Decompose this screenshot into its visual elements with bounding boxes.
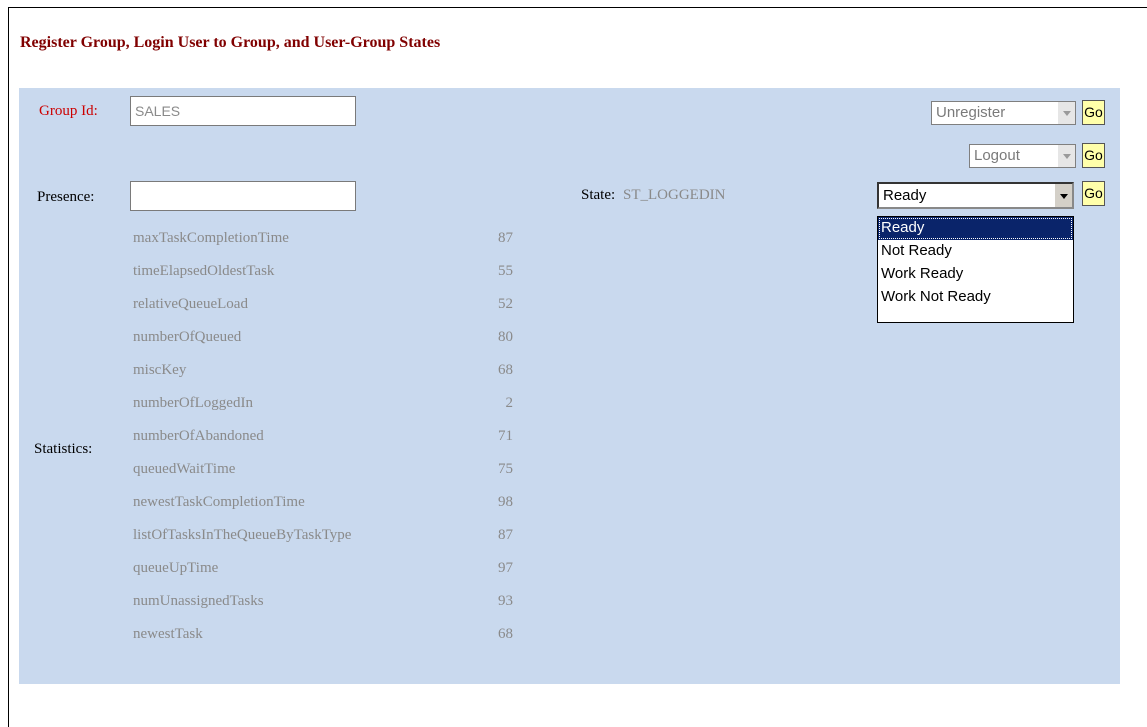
statistics-row: numberOfLoggedIn 2 — [133, 395, 513, 415]
statistics-row: miscKey 68 — [133, 362, 513, 382]
statistics-name: timeElapsedOldestTask — [133, 263, 275, 279]
statistics-name: numberOfQueued — [133, 329, 242, 345]
statistics-value: 87 — [498, 527, 513, 543]
statistics-row: numUnassignedTasks 93 — [133, 593, 513, 613]
statistics-value: 98 — [498, 494, 513, 510]
statistics-row: numberOfQueued 80 — [133, 329, 513, 349]
statistics-row: maxTaskCompletionTime 87 — [133, 230, 513, 250]
state-option-work-ready[interactable]: Work Ready — [878, 263, 1073, 286]
state-value: ST_LOGGEDIN — [623, 187, 726, 203]
statistics-label: Statistics: — [34, 441, 93, 457]
state-select[interactable]: Ready — [877, 182, 1074, 209]
statistics-row: relativeQueueLoad 52 — [133, 296, 513, 316]
statistics-row: queueUpTime 97 — [133, 560, 513, 580]
statistics-value: 75 — [498, 461, 513, 477]
statistics-value: 80 — [498, 329, 513, 345]
statistics-name: listOfTasksInTheQueueByTaskType — [133, 527, 352, 543]
statistics-value: 55 — [498, 263, 513, 279]
statistics-name: maxTaskCompletionTime — [133, 230, 289, 246]
statistics-name: numberOfLoggedIn — [133, 395, 253, 411]
statistics-value: 93 — [498, 593, 513, 609]
logout-select-value: Logout — [974, 147, 1020, 164]
group-id-input[interactable]: SALES — [130, 96, 356, 126]
presence-input[interactable] — [130, 181, 356, 211]
state-select-value: Ready — [883, 187, 927, 204]
logout-select[interactable]: Logout — [969, 144, 1076, 168]
statistics-row: queuedWaitTime 75 — [133, 461, 513, 481]
group-action-select[interactable]: Unregister — [931, 101, 1076, 125]
chevron-down-icon — [1057, 145, 1075, 167]
statistics-value: 52 — [498, 296, 513, 312]
group-id-label: Group Id: — [39, 103, 98, 119]
chevron-down-icon — [1054, 184, 1072, 207]
statistics-name: numberOfAbandoned — [133, 428, 264, 444]
statistics-row: listOfTasksInTheQueueByTaskType 87 — [133, 527, 513, 547]
chevron-down-icon — [1057, 102, 1075, 124]
statistics-value: 68 — [498, 362, 513, 378]
state-option-work-not-ready[interactable]: Work Not Ready — [878, 286, 1073, 309]
state-option-not-ready[interactable]: Not Ready — [878, 240, 1073, 263]
page-title: Register Group, Login User to Group, and… — [20, 34, 441, 51]
state-label: State: — [581, 187, 616, 203]
statistics-name: numUnassignedTasks — [133, 593, 264, 609]
presence-label: Presence: — [37, 189, 95, 205]
statistics-value: 87 — [498, 230, 513, 246]
statistics-value: 68 — [498, 626, 513, 642]
group-go-button[interactable]: Go — [1082, 100, 1105, 125]
statistics-value: 2 — [505, 395, 514, 411]
statistics-name: newestTaskCompletionTime — [133, 494, 305, 510]
statistics-row: newestTaskCompletionTime 98 — [133, 494, 513, 514]
group-action-select-value: Unregister — [936, 104, 1006, 121]
statistics-name: relativeQueueLoad — [133, 296, 248, 312]
logout-go-button[interactable]: Go — [1082, 143, 1105, 168]
state-go-button[interactable]: Go — [1082, 181, 1105, 206]
statistics-row: numberOfAbandoned 71 — [133, 428, 513, 448]
statistics-value: 97 — [498, 560, 513, 576]
state-option-ready[interactable]: Ready — [878, 217, 1073, 240]
statistics-row: timeElapsedOldestTask 55 — [133, 263, 513, 283]
statistics-name: newestTask — [133, 626, 203, 642]
statistics-row: newestTask 68 — [133, 626, 513, 646]
state-options-list: Ready Not Ready Work Ready Work Not Read… — [877, 216, 1074, 323]
statistics-name: miscKey — [133, 362, 187, 378]
statistics-name: queueUpTime — [133, 560, 219, 576]
statistics-value: 71 — [498, 428, 513, 444]
statistics-name: queuedWaitTime — [133, 461, 236, 477]
